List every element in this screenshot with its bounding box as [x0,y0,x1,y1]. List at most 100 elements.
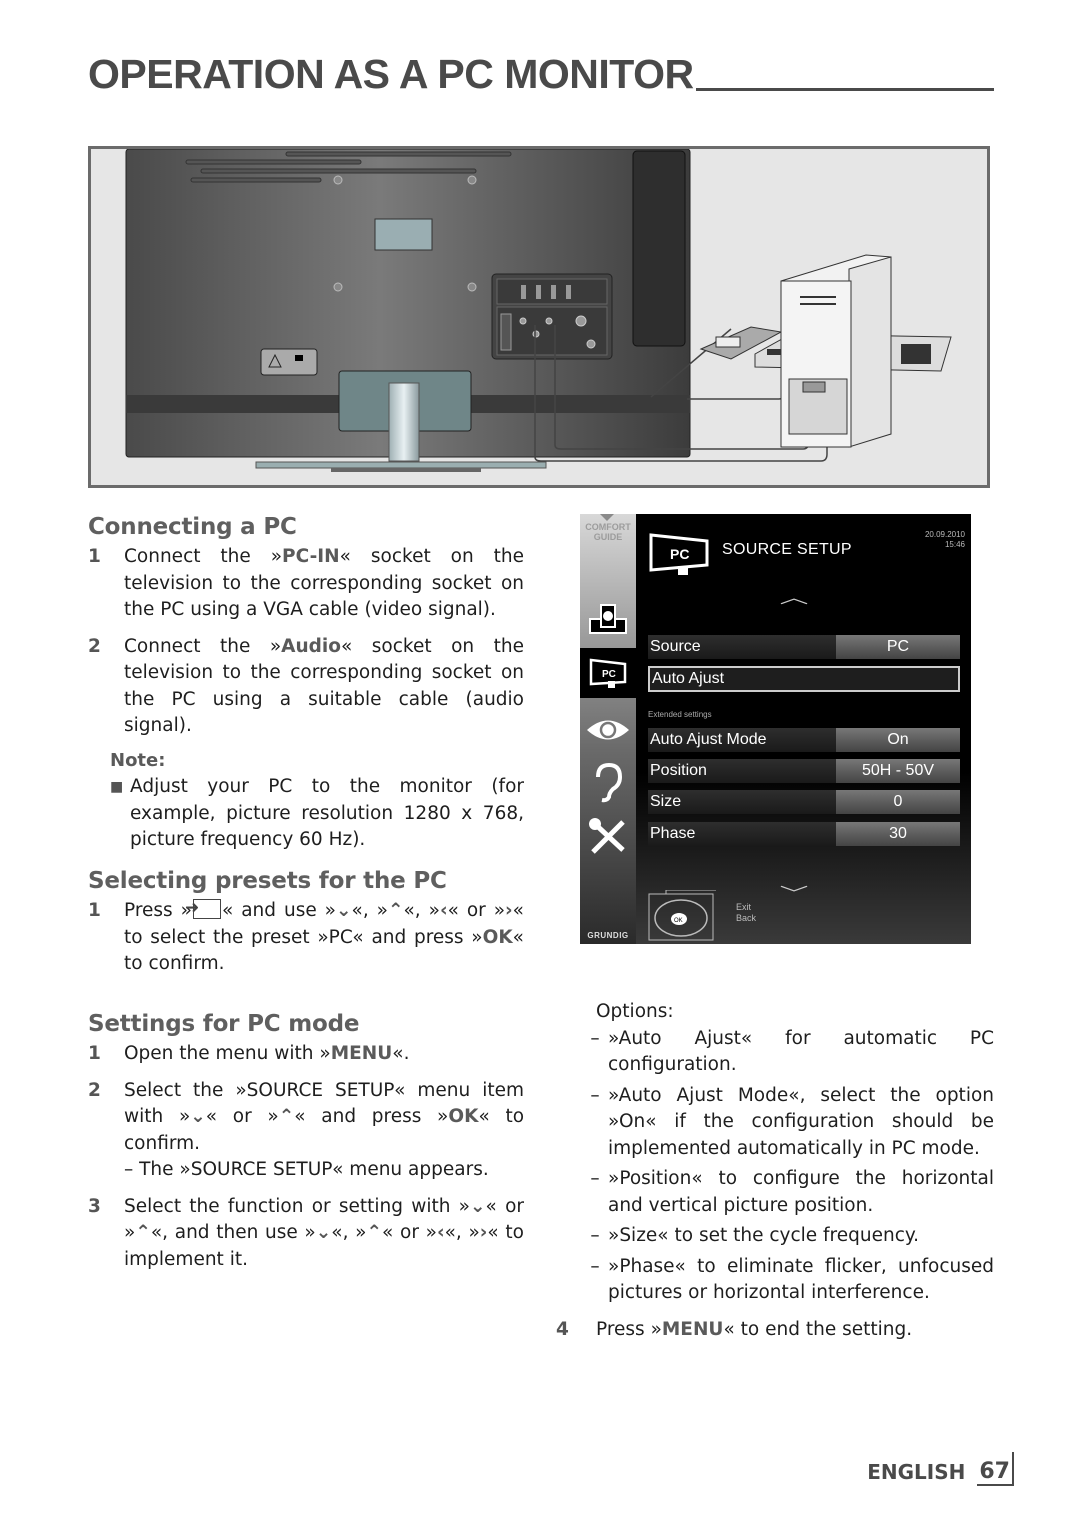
tools-icon [580,814,636,858]
step-number: 2 [88,635,101,657]
row-value: 0 [836,790,960,814]
row-value: On [836,728,960,752]
step-text: Connect the »Audio« socket on the televi… [124,635,524,737]
menu-row-source[interactable]: Source PC [648,635,960,659]
page-title-text: OPERATION AS A PC MONITOR [88,51,694,97]
eye-icon [580,710,636,750]
settings-step-3: 3 Select the function or setting with »⌄… [88,1194,524,1274]
row-label: Phase [648,822,836,846]
section-settings-pc-mode: Settings for PC mode 1 Open the menu wit… [88,1009,524,1273]
keyword-menu: MENU [330,1043,393,1064]
title-rule [695,88,994,91]
presets-step-1: 1 Press »« and use »⌄«, »⌃«, »‹« or »›« … [88,895,524,978]
arrow-down-icon: ⌄ [470,1195,486,1217]
ac-in-socket [260,348,318,376]
page-footer: ENGLISH 67 [867,1452,1014,1486]
step-number: 3 [88,1195,101,1217]
menu-main: PC SOURCE SETUP 20.09.2010 15:46 ︿ Sourc… [636,514,971,944]
keyword-pc-in: PC-IN [282,546,340,567]
option-item: – »Phase« to eliminate flicker, unfocused… [590,1255,994,1304]
arrow-up-icon: ⌃ [366,1222,382,1243]
step-text: Select the »SOURCE SETUP« menu item with… [124,1079,525,1181]
result-note: – The »SOURCE SETUP« menu appears. [124,1159,489,1180]
menu-row-position[interactable]: Position 50H - 50V [648,759,960,783]
connector-panel [491,273,613,360]
scroll-down-icon[interactable]: ﹀ [780,880,809,904]
step-number: 4 [556,1318,569,1340]
row-label: Position [648,759,836,783]
option-item: – »Auto Ajust Mode«, select the option »O… [590,1084,994,1159]
heading-selecting-presets: Selecting presets for the PC [88,868,447,894]
triangle-down-icon [600,514,614,521]
option-item: – »Position« to configure the horizontal … [590,1168,994,1216]
row-label: Source [648,635,836,659]
arrow-left-icon: ‹ [439,900,448,921]
step-text: Connect the »PC-IN« socket on the televi… [124,546,524,620]
note-title: Note: [110,749,166,771]
section-options: Options: – »Auto Ajust« for automatic PC … [556,999,994,1343]
section-selecting-presets: Selecting presets for the PC 1 Press »« … [88,866,524,978]
pc-source-header-icon: PC [649,533,709,575]
globe-device-icon [580,596,636,642]
menu-date: 20.09.2010 [924,530,965,539]
connecting-step-1: 1 Connect the »PC-IN« socket on the tele… [88,544,524,624]
connection-illustration [88,146,990,488]
note-text: Adjust your PC to the monitor (for examp… [130,776,524,850]
options-label: Options: [596,1001,674,1022]
svg-text:PC: PC [670,546,689,562]
legend-exit: Exit [736,902,752,912]
menu-row-size[interactable]: Size 0 [648,790,960,814]
heading-connecting-pc: Connecting a PC [88,514,297,540]
row-label: Size [648,790,836,814]
step-number: 1 [88,900,101,921]
extended-settings-label: Extended settings [648,710,712,719]
source-setup-menu-screenshot: COMFORT GUIDE PC GRUNDIG PC SOURCE SETUP … [580,514,971,944]
source-input-key-icon [185,895,221,922]
heading-settings-pc-mode: Settings for PC mode [88,1011,360,1037]
note-item: ■ Adjust your PC to the monitor (for exa… [110,774,524,854]
arrow-up-icon: ⌃ [278,1106,295,1127]
svg-text:PC: PC [602,669,616,680]
pc-source-icon: PC [580,648,636,698]
comfort-guide-label: COMFORT GUIDE [585,522,631,542]
arrow-down-icon: ⌄ [315,1222,332,1243]
grundig-logo: GRUNDIG [587,931,629,940]
step-text: Open the menu with »MENU«. [124,1043,410,1064]
menu-time: 15:46 [944,540,965,549]
keyword-audio: Audio [281,635,341,657]
menu-row-phase[interactable]: Phase 30 [648,822,960,846]
menu-row-auto-ajust[interactable]: Auto Ajust [648,666,960,692]
step-number: 1 [88,546,101,567]
arrow-right-icon: › [505,900,513,921]
keyword-ok: OK [448,1106,479,1127]
pc-tower-illustration [780,254,892,448]
section-connecting-pc: Connecting a PC 1 Connect the »PC-IN« so… [88,512,524,854]
keyword-ok: OK [482,926,513,948]
step-number: 2 [88,1079,101,1101]
row-label: Auto Ajust Mode [648,728,836,752]
ear-icon [580,762,636,804]
option-item: – »Size« to set the cycle frequency. [590,1225,920,1246]
row-value: 50H - 50V [836,759,960,783]
menu-row-auto-ajust-mode[interactable]: Auto Ajust Mode On [648,728,960,752]
row-label: Auto Ajust [650,668,958,690]
row-value: PC [836,635,960,659]
page-title: OPERATION AS A PC MONITOR [88,54,994,95]
page-number-rule [1012,1452,1014,1486]
arrow-left-icon: ‹ [436,1222,445,1243]
settings-step-2: 2 Select the »SOURCE SETUP« menu item wi… [88,1078,524,1184]
arrow-down-icon: ⌄ [190,1106,206,1127]
menu-datetime: 20.09.2010 15:46 [925,530,965,550]
svg-text:OK: OK [674,918,683,924]
tv-pc-diagram [125,149,952,472]
remote-navigation-icon: OK [648,890,716,941]
connecting-step-2: 2 Connect the »Audio« socket on the tele… [88,634,524,740]
scroll-up-icon[interactable]: ︿ [780,584,809,608]
arrow-down-icon: ⌄ [335,900,352,921]
step-number: 1 [88,1043,101,1064]
row-value: 30 [836,822,960,846]
option-item: – »Auto Ajust« for automatic PC configura… [590,1027,994,1076]
step-text: Select the function or setting with »⌄« … [124,1195,525,1270]
settings-step-1: 1 Open the menu with »MENU«. [88,1041,524,1068]
arrow-up-icon: ⌃ [387,900,404,921]
